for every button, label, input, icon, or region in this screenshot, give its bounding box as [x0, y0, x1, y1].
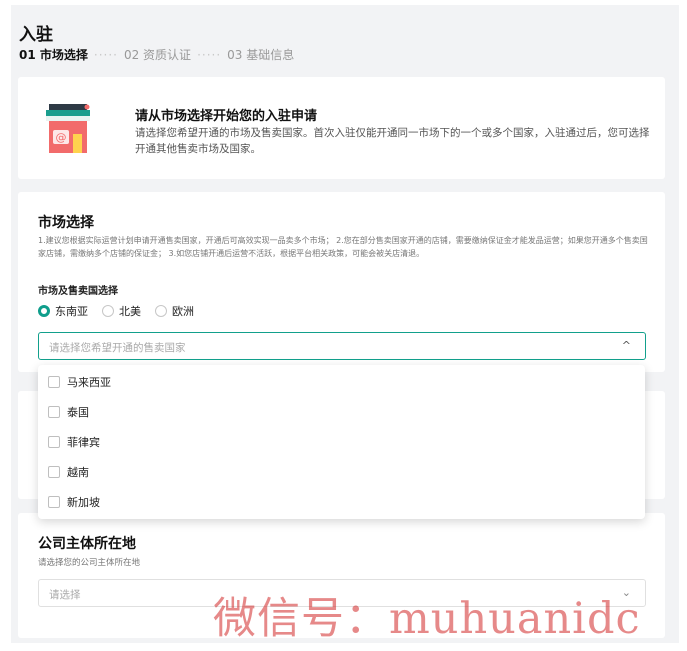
- checkbox[interactable]: [48, 406, 60, 418]
- option-label: 新加坡: [67, 496, 100, 509]
- radio-indicator[interactable]: [155, 305, 167, 317]
- company-section-title: 公司主体所在地: [38, 536, 136, 552]
- country-dropdown-menu: 马来西亚 泰国 菲律宾 越南 新加坡: [38, 365, 645, 519]
- radio-indicator[interactable]: [102, 305, 114, 317]
- market-section-title: 市场选择: [38, 215, 94, 231]
- option-label: 马来西亚: [67, 376, 111, 389]
- country-option-singapore[interactable]: 新加坡: [38, 487, 645, 517]
- step-2: 02 资质认证: [123, 48, 192, 62]
- checkbox[interactable]: [48, 436, 60, 448]
- step-1: 01 市场选择: [19, 48, 88, 62]
- watermark: 微信号：muhuanidc: [213, 594, 641, 644]
- market-section-note: 1.建议您根据实际运营计划申请开通售卖国家，开通后可高效实现一品卖多个市场； 2…: [38, 236, 648, 258]
- country-select[interactable]: 请选择您希望开通的售卖国家 ^: [38, 332, 646, 360]
- radio-label: 欧洲: [172, 305, 194, 318]
- option-label: 泰国: [67, 406, 89, 419]
- region-radio-group: 东南亚 北美 欧洲: [38, 303, 194, 319]
- step-separator: ·····: [93, 48, 118, 62]
- company-section-subtitle: 请选择您的公司主体所在地: [38, 558, 141, 568]
- checkbox[interactable]: [48, 376, 60, 388]
- step-separator: ·····: [197, 48, 222, 62]
- option-label: 越南: [67, 466, 89, 479]
- shop-icon: @: [46, 104, 90, 153]
- radio-selected-indicator[interactable]: [38, 305, 50, 317]
- step-3: 03 基础信息: [227, 48, 295, 62]
- radio-label: 北美: [119, 305, 141, 318]
- country-option-vietnam[interactable]: 越南: [38, 457, 645, 487]
- chevron-up-icon[interactable]: ^: [622, 339, 631, 352]
- intro-title: 请从市场选择开始您的入驻申请: [135, 109, 318, 124]
- radio-label: 东南亚: [55, 305, 88, 318]
- company-select-placeholder: 请选择: [49, 589, 81, 601]
- option-label: 菲律宾: [67, 436, 100, 449]
- intro-description: 请选择您希望开通的市场及售卖国家。首次入驻仅能开通同一市场下的一个或多个国家，入…: [135, 127, 650, 155]
- country-select-placeholder: 请选择您希望开通的售卖国家: [49, 342, 186, 354]
- page-title: 入驻: [19, 25, 53, 45]
- radio-southeast-asia[interactable]: 东南亚: [38, 303, 88, 319]
- svg-text:@: @: [56, 131, 67, 144]
- country-option-malaysia[interactable]: 马来西亚: [38, 367, 645, 397]
- intro-card: @ 请从市场选择开始您的入驻申请 请选择您希望开通的市场及售卖国家。首次入驻仅能…: [18, 77, 665, 179]
- step-indicator: 01 市场选择 ····· 02 资质认证 ····· 03 基础信息: [19, 46, 294, 63]
- radio-europe[interactable]: 欧洲: [155, 303, 194, 319]
- checkbox[interactable]: [48, 466, 60, 478]
- country-option-thailand[interactable]: 泰国: [38, 397, 645, 427]
- market-selection-card: 市场选择 1.建议您根据实际运营计划申请开通售卖国家，开通后可高效实现一品卖多个…: [18, 192, 665, 372]
- checkbox[interactable]: [48, 496, 60, 508]
- radio-north-america[interactable]: 北美: [102, 303, 141, 319]
- country-option-philippines[interactable]: 菲律宾: [38, 427, 645, 457]
- market-field-label: 市场及售卖国选择: [38, 286, 118, 297]
